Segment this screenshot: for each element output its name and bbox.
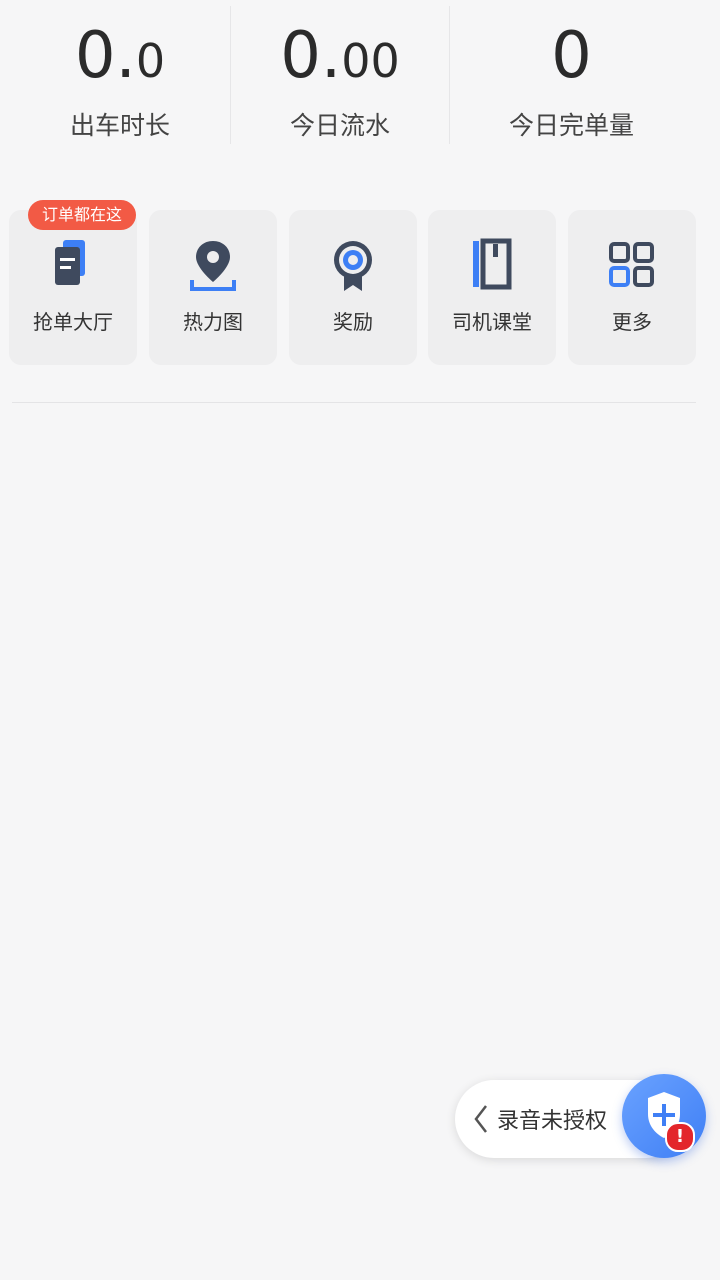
tile-label: 司机课堂 [452, 310, 532, 334]
stat-today-revenue[interactable]: 0.00 今日流水 [231, 0, 449, 150]
grid-more-icon [602, 236, 662, 296]
recording-status-text: 录音未授权 [497, 1109, 608, 1134]
security-shield-button[interactable] [622, 1074, 706, 1158]
quick-action-more[interactable]: 更多 [568, 210, 696, 365]
warning-icon: ! [665, 1122, 695, 1152]
location-pin-icon [183, 236, 243, 296]
stat-value: 0.00 [280, 19, 400, 93]
stat-driving-duration[interactable]: 0.0 出车时长 [10, 0, 230, 150]
quick-action-driver-class[interactable]: 司机课堂 [428, 210, 556, 365]
tile-label: 奖励 [333, 310, 373, 334]
quick-action-order-hall[interactable]: 抢单大厅 [9, 210, 137, 365]
section-divider [12, 402, 696, 403]
chevron-left-icon [474, 1105, 487, 1133]
stat-today-orders[interactable]: 0 今日完单量 [450, 0, 693, 150]
tile-label: 热力图 [183, 310, 243, 334]
quick-action-rewards[interactable]: 奖励 [289, 210, 417, 365]
tile-label: 更多 [612, 310, 652, 334]
order-hall-icon [43, 236, 103, 296]
order-hall-badge: 订单都在这 [28, 200, 136, 230]
tile-label: 抢单大厅 [33, 310, 113, 334]
quick-action-heatmap[interactable]: 热力图 [149, 210, 277, 365]
award-medal-icon [323, 236, 383, 296]
stat-value: 0.0 [74, 19, 166, 93]
stats-header: 0.0 出车时长 0.00 今日流水 0 今日完单量 [0, 0, 720, 150]
stat-label: 今日流水 [289, 111, 390, 140]
shield-icon [648, 1092, 680, 1138]
stat-label: 今日完单量 [508, 111, 634, 140]
book-icon [462, 236, 522, 296]
stat-value: 0 [551, 19, 592, 93]
stat-label: 出车时长 [69, 111, 170, 140]
